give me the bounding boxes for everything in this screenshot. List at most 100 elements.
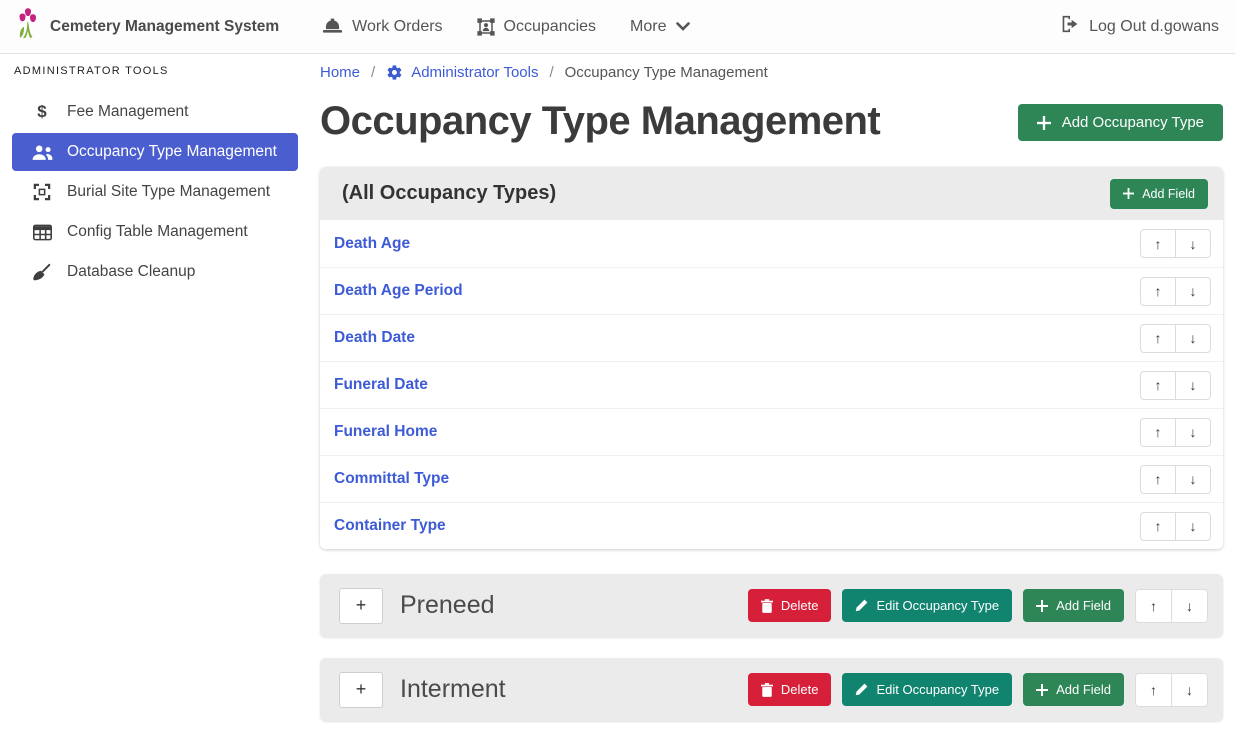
move-up-button[interactable]: ↑	[1140, 465, 1176, 494]
breadcrumb-admin-tools-label: Administrator Tools	[411, 64, 538, 81]
edit-occupancy-type-label: Edit Occupancy Type	[876, 598, 999, 613]
breadcrumb-home-link[interactable]: Home	[320, 64, 360, 81]
sidebar-item-database-cleanup[interactable]: Database Cleanup	[12, 253, 298, 291]
delete-button[interactable]: Delete	[748, 673, 832, 706]
occupancy-frame-icon	[477, 18, 495, 36]
broom-icon	[30, 263, 54, 281]
delete-button[interactable]: Delete	[748, 589, 832, 622]
add-field-button[interactable]: Add Field	[1023, 673, 1124, 706]
reorder-buttons: ↑ ↓	[1140, 277, 1211, 306]
logout-icon	[1060, 15, 1080, 38]
nav-item-label: More	[630, 18, 666, 36]
main-content: Home / Administrator Tools / Occupancy T…	[310, 54, 1235, 738]
field-row: Death Date ↑ ↓	[320, 314, 1223, 361]
move-down-button[interactable]: ↓	[1175, 277, 1211, 306]
nav-item-label: Work Orders	[352, 18, 442, 36]
expand-button[interactable]: +	[339, 672, 383, 708]
add-occupancy-type-button[interactable]: Add Occupancy Type	[1018, 104, 1223, 141]
delete-label: Delete	[781, 682, 819, 697]
move-up-button[interactable]: ↑	[1140, 324, 1176, 353]
add-field-label: Add Field	[1056, 682, 1111, 697]
nav-item-label: Occupancies	[504, 18, 597, 36]
reorder-buttons: ↑ ↓	[1140, 465, 1211, 494]
brand-link[interactable]: Cemetery Management System	[16, 8, 279, 45]
add-field-button[interactable]: Add Field	[1023, 589, 1124, 622]
sidebar-item-fee-management[interactable]: $ Fee Management	[12, 93, 298, 131]
breadcrumb: Home / Administrator Tools / Occupancy T…	[320, 64, 1223, 81]
reorder-buttons: ↑ ↓	[1140, 418, 1211, 447]
move-up-button[interactable]: ↑	[1135, 589, 1172, 623]
breadcrumb-current: Occupancy Type Management	[565, 64, 768, 81]
field-row: Funeral Date ↑ ↓	[320, 361, 1223, 408]
occupancy-type-panel-preneed: + Preneed Delete Edit Occupancy Type	[320, 574, 1223, 637]
field-link-funeral-home[interactable]: Funeral Home	[334, 423, 437, 441]
move-down-button[interactable]: ↓	[1175, 512, 1211, 541]
move-down-button[interactable]: ↓	[1175, 324, 1211, 353]
nav-item-work-orders[interactable]: Work Orders	[322, 18, 442, 36]
brand-title: Cemetery Management System	[50, 18, 279, 36]
sidebar-item-label: Database Cleanup	[67, 263, 195, 281]
plus-icon	[1036, 600, 1048, 612]
breadcrumb-separator: /	[549, 64, 553, 81]
panel-actions: Delete Edit Occupancy Type Add Field ↑	[748, 673, 1208, 707]
reorder-buttons: ↑ ↓	[1135, 589, 1208, 623]
trash-icon	[761, 683, 773, 697]
move-up-button[interactable]: ↑	[1140, 512, 1176, 541]
plus-icon	[1123, 188, 1134, 199]
expand-button[interactable]: +	[339, 588, 383, 624]
gear-icon	[386, 64, 403, 81]
field-row: Death Age ↑ ↓	[320, 220, 1223, 267]
field-link-committal-type[interactable]: Committal Type	[334, 470, 449, 488]
edit-occupancy-type-button[interactable]: Edit Occupancy Type	[842, 673, 1012, 706]
field-row: Committal Type ↑ ↓	[320, 455, 1223, 502]
delete-label: Delete	[781, 598, 819, 613]
sidebar-item-burial-site-type-management[interactable]: Burial Site Type Management	[12, 173, 298, 211]
add-field-label: Add Field	[1142, 187, 1195, 201]
move-up-button[interactable]: ↑	[1140, 371, 1176, 400]
sidebar-section-header: ADMINISTRATOR TOOLS	[14, 65, 310, 77]
burial-frame-icon	[30, 183, 54, 201]
table-icon	[30, 224, 54, 241]
move-down-button[interactable]: ↓	[1175, 229, 1211, 258]
move-down-button[interactable]: ↓	[1171, 589, 1208, 623]
all-occupancy-types-header: (All Occupancy Types) Add Field	[320, 167, 1223, 220]
dollar-icon: $	[30, 102, 54, 122]
move-down-button[interactable]: ↓	[1175, 418, 1211, 447]
sidebar-item-label: Occupancy Type Management	[67, 143, 277, 161]
add-field-button[interactable]: Add Field	[1110, 179, 1208, 209]
reorder-buttons: ↑ ↓	[1140, 371, 1211, 400]
reorder-buttons: ↑ ↓	[1140, 229, 1211, 258]
breadcrumb-admin-tools-link[interactable]: Administrator Tools	[386, 64, 538, 81]
field-link-funeral-date[interactable]: Funeral Date	[334, 376, 428, 394]
sidebar-item-config-table-management[interactable]: Config Table Management	[12, 213, 298, 251]
page-title: Occupancy Type Management	[320, 97, 880, 145]
tulip-logo-icon	[16, 8, 40, 45]
sidebar-item-occupancy-type-management[interactable]: Occupancy Type Management	[12, 133, 298, 171]
panel-actions: Delete Edit Occupancy Type Add Field ↑	[748, 589, 1208, 623]
move-down-button[interactable]: ↓	[1175, 371, 1211, 400]
edit-occupancy-type-button[interactable]: Edit Occupancy Type	[842, 589, 1012, 622]
plus-icon	[1037, 116, 1051, 130]
sidebar-item-label: Config Table Management	[67, 223, 248, 241]
field-link-death-age[interactable]: Death Age	[334, 235, 410, 253]
sidebar-item-label: Burial Site Type Management	[67, 183, 270, 201]
move-down-button[interactable]: ↓	[1171, 673, 1208, 707]
field-link-death-date[interactable]: Death Date	[334, 329, 415, 347]
move-down-button[interactable]: ↓	[1175, 465, 1211, 494]
nav-item-occupancies[interactable]: Occupancies	[477, 18, 597, 36]
edit-occupancy-type-label: Edit Occupancy Type	[876, 682, 999, 697]
trash-icon	[761, 599, 773, 613]
reorder-buttons: ↑ ↓	[1140, 512, 1211, 541]
logout-button[interactable]: Log Out d.gowans	[1060, 15, 1219, 38]
nav-item-more[interactable]: More	[630, 18, 689, 36]
plus-icon	[1036, 684, 1048, 696]
hard-hat-icon	[322, 18, 343, 35]
occupancy-type-name: Preneed	[400, 591, 748, 620]
move-up-button[interactable]: ↑	[1140, 277, 1176, 306]
move-up-button[interactable]: ↑	[1140, 418, 1176, 447]
field-link-container-type[interactable]: Container Type	[334, 517, 446, 535]
field-link-death-age-period[interactable]: Death Age Period	[334, 282, 463, 300]
move-up-button[interactable]: ↑	[1135, 673, 1172, 707]
occupancy-type-name: Interment	[400, 675, 748, 704]
move-up-button[interactable]: ↑	[1140, 229, 1176, 258]
